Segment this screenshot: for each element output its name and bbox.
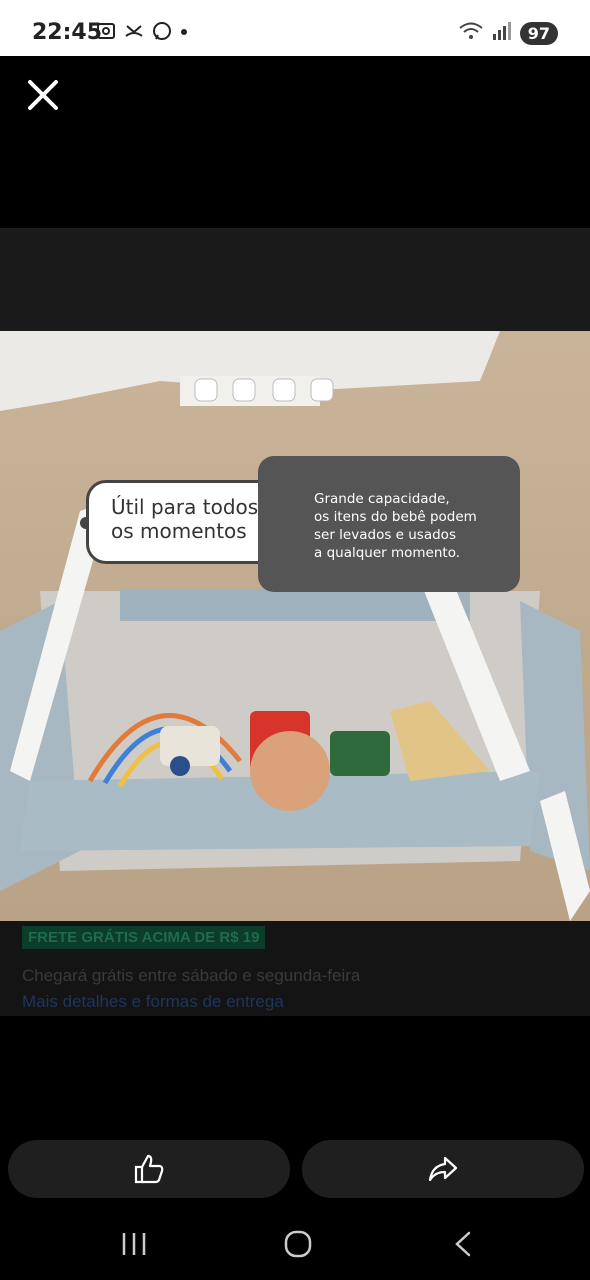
callout-desc-line: Grande capacidade, (314, 491, 450, 507)
back-button[interactable] (434, 1224, 494, 1264)
close-button[interactable] (22, 74, 64, 116)
high-chair-illustration (0, 331, 590, 921)
whatsapp-icon (151, 20, 173, 47)
status-icons-right: 97 (458, 20, 558, 47)
home-icon (284, 1230, 312, 1258)
like-button[interactable] (8, 1140, 290, 1198)
share-icon (428, 1156, 458, 1182)
callout-title: Útil para todos os momentos (86, 480, 286, 564)
product-image[interactable] (0, 331, 590, 921)
wifi-icon (458, 20, 484, 47)
status-time: 22:45 (32, 20, 103, 45)
back-icon (455, 1231, 471, 1257)
status-bar: 22:45 97 (0, 0, 590, 56)
background-page-dimmed-top (0, 228, 590, 332)
system-navigation-bar (0, 1204, 590, 1280)
callout-desc-line: os itens do bebê podem (314, 509, 477, 525)
screenshot-icon (95, 20, 117, 47)
recents-icon (122, 1233, 146, 1255)
thumbs-up-icon (134, 1154, 164, 1184)
missed-call-icon (123, 20, 145, 47)
signal-icon (492, 20, 512, 47)
callout-desc-line: ser levados e usados (314, 527, 456, 543)
home-button[interactable] (268, 1224, 328, 1264)
delivery-text: Chegará grátis entre sábado e segunda-fe… (22, 966, 361, 985)
battery-badge: 97 (519, 22, 558, 45)
background-page-dimmed-bottom: FRETE GRÁTIS ACIMA DE R$ 19 Chegará grát… (0, 920, 590, 1016)
share-button[interactable] (302, 1140, 584, 1198)
status-icons-left (95, 20, 189, 47)
close-icon (28, 80, 58, 110)
callout-desc-line: a qualquer momento. (314, 545, 461, 561)
image-viewer: FRETE GRÁTIS ACIMA DE R$ 19 Chegará grát… (0, 56, 590, 1204)
callout-description: Grande capacidade, os itens do bebê pode… (258, 456, 520, 592)
delivery-details-link: Mais detalhes e formas de entrega (22, 992, 284, 1011)
free-shipping-badge: FRETE GRÁTIS ACIMA DE R$ 19 (22, 926, 266, 949)
notification-dot-icon (179, 20, 189, 47)
recents-button[interactable] (104, 1224, 164, 1264)
